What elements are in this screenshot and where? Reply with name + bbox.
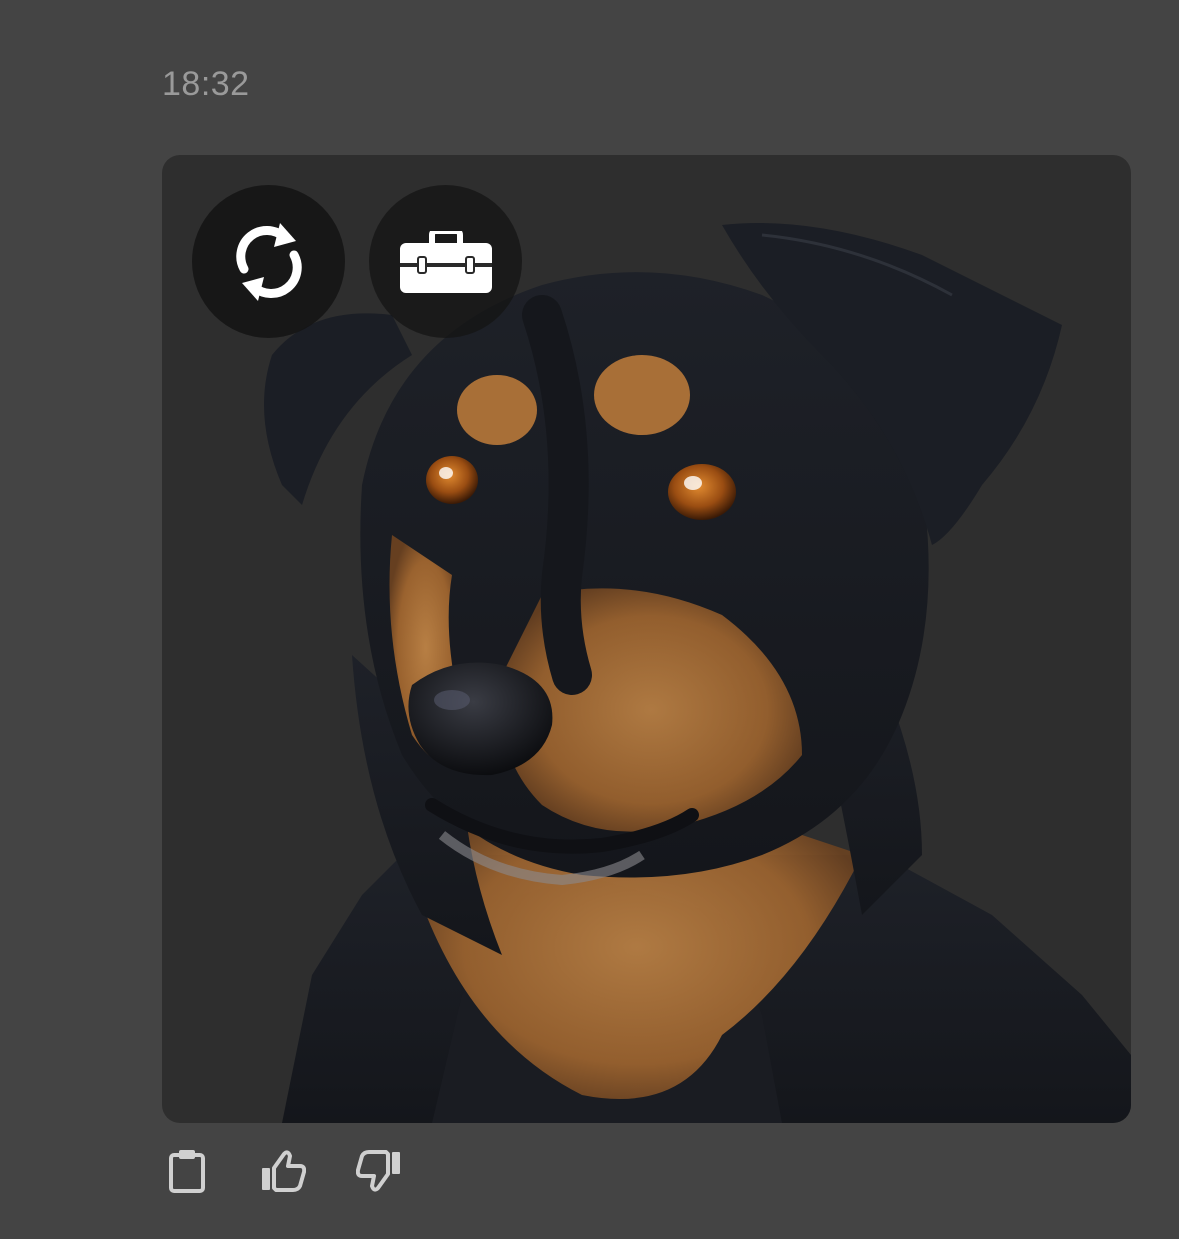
generated-image[interactable]: [162, 155, 1131, 1123]
refresh-icon: [235, 222, 302, 301]
thumbs-up-icon: [262, 1150, 306, 1192]
thumbs-up-button[interactable]: [258, 1146, 308, 1196]
copy-button[interactable]: [162, 1146, 212, 1196]
toolbox-icon: [399, 230, 492, 293]
thumbs-down-button[interactable]: [354, 1146, 404, 1196]
thumbs-down-icon: [356, 1150, 400, 1192]
message-action-bar: [162, 1146, 450, 1196]
chat-page: 18:32: [0, 0, 1179, 1239]
message-timestamp: 18:32: [162, 65, 250, 103]
toolbox-button[interactable]: [369, 185, 522, 338]
regenerate-button[interactable]: [192, 185, 345, 338]
clipboard-icon: [169, 1150, 205, 1193]
